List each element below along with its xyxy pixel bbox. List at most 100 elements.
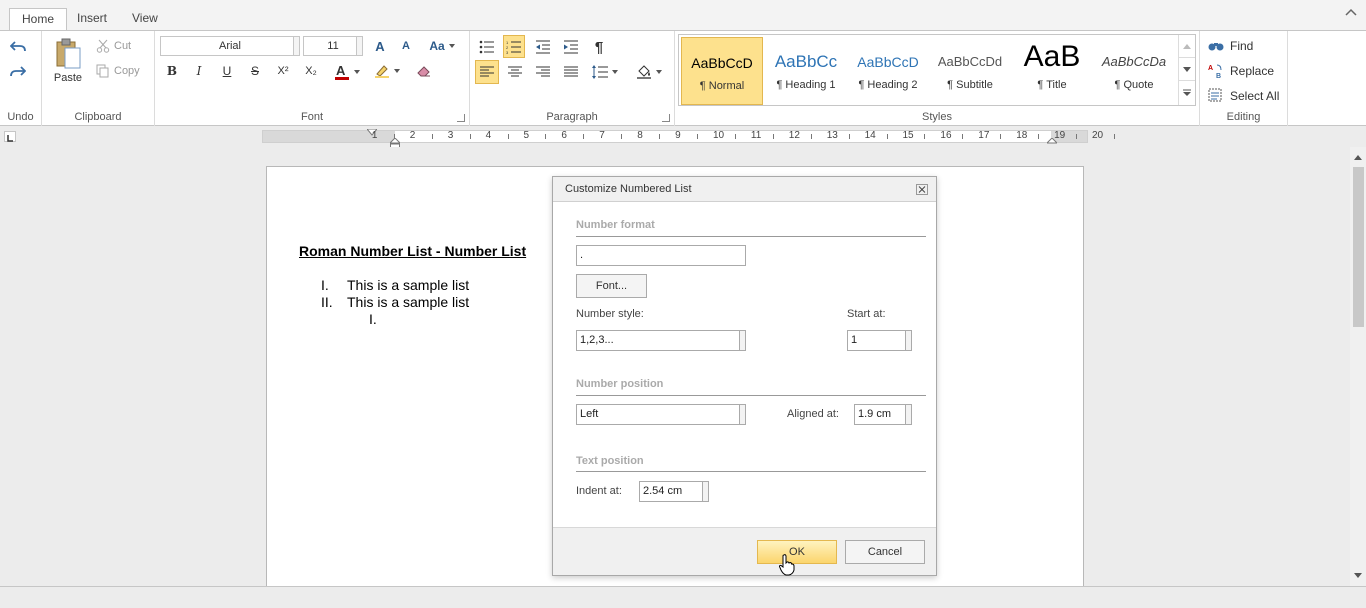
font-size-value: 11 bbox=[327, 40, 339, 52]
indent-at-label: Indent at: bbox=[576, 485, 622, 497]
superscript-button[interactable]: X² bbox=[274, 62, 292, 80]
cancel-button[interactable]: Cancel bbox=[845, 540, 925, 564]
font-button[interactable]: Font... bbox=[576, 274, 647, 298]
justify-button[interactable] bbox=[560, 61, 582, 83]
font-color-button[interactable]: A bbox=[331, 62, 363, 82]
line-spacing-icon bbox=[592, 65, 608, 79]
indent-at-value: 2.54 cm bbox=[643, 485, 683, 497]
start-at-value: 1 bbox=[851, 334, 858, 346]
cut-label: Cut bbox=[114, 40, 132, 52]
tab-view[interactable]: View bbox=[120, 8, 170, 30]
gallery-expand-button[interactable] bbox=[1179, 81, 1195, 104]
editing-group-label: Editing bbox=[1226, 111, 1261, 123]
bold-button[interactable]: B bbox=[163, 62, 181, 80]
list-item-text: This is a sample list bbox=[347, 277, 470, 293]
increase-indent-button[interactable] bbox=[560, 36, 582, 58]
paragraph-dialog-launcher[interactable] bbox=[662, 114, 670, 122]
ruler-tick bbox=[772, 134, 774, 139]
number-format-input[interactable]: . bbox=[576, 245, 746, 266]
style-heading-1[interactable]: AaBbCc ¶ Heading 1 bbox=[765, 37, 847, 105]
start-at-spinner[interactable]: 1 bbox=[847, 330, 912, 351]
font-size-combo[interactable]: 11 bbox=[303, 36, 363, 56]
scroll-up-icon[interactable] bbox=[1354, 155, 1362, 160]
select-all-button[interactable]: Select All bbox=[1208, 87, 1288, 105]
styles-gallery-scroller bbox=[1178, 35, 1195, 105]
left-tab-icon bbox=[7, 135, 13, 142]
styles-group-label: Styles bbox=[922, 111, 952, 123]
ruler-tick bbox=[810, 134, 812, 139]
shrink-font-button[interactable]: A bbox=[397, 37, 415, 55]
style-subtitle[interactable]: AaBbCcDd ¶ Subtitle bbox=[929, 37, 1011, 105]
align-right-button[interactable] bbox=[532, 61, 554, 83]
chevron-up-icon bbox=[1183, 43, 1191, 49]
grow-font-button[interactable]: A bbox=[371, 37, 389, 55]
ruler-number: 3 bbox=[447, 130, 454, 141]
show-formatting-button[interactable]: ¶ bbox=[588, 36, 610, 58]
decrease-indent-button[interactable] bbox=[532, 36, 554, 58]
number-format-value: . bbox=[580, 249, 584, 261]
style-name: ¶ Quote bbox=[1114, 79, 1154, 91]
ruler-number: 7 bbox=[599, 130, 605, 141]
close-icon[interactable] bbox=[916, 184, 928, 195]
indent-at-spinner[interactable]: 2.54 cm bbox=[639, 481, 709, 502]
bullets-button[interactable] bbox=[476, 36, 498, 58]
ruler-tick bbox=[962, 134, 964, 139]
clear-formatting-button[interactable] bbox=[415, 62, 433, 80]
editing-group: Find AB Replace Select All Editing bbox=[1200, 31, 1288, 126]
highlight-button[interactable] bbox=[371, 62, 403, 80]
italic-icon: I bbox=[196, 64, 202, 78]
tab-home[interactable]: Home bbox=[9, 8, 68, 31]
find-button[interactable]: Find bbox=[1208, 37, 1278, 55]
ruler-number: 14 bbox=[864, 130, 876, 141]
change-case-button[interactable]: Aa bbox=[425, 37, 459, 55]
pilcrow-icon: ¶ bbox=[594, 38, 604, 56]
subscript-button[interactable]: X₂ bbox=[302, 62, 320, 80]
scroll-down-icon[interactable] bbox=[1354, 573, 1362, 578]
list-item-marker: I. bbox=[369, 311, 377, 327]
underline-button[interactable]: U bbox=[218, 62, 236, 80]
style-quote[interactable]: AaBbCcDa ¶ Quote bbox=[1093, 37, 1175, 105]
ruler-number: 4 bbox=[485, 130, 492, 141]
horizontal-ruler[interactable]: 1 2 3 4 5 6 7 8 9 10 11 12 13 14 15 16 17 18 19 20 bbox=[262, 129, 1115, 151]
bold-icon: B bbox=[166, 64, 178, 78]
style-title[interactable]: AaB ¶ Title bbox=[1011, 37, 1093, 105]
font-family-value: Arial bbox=[218, 40, 241, 52]
collapse-ribbon-icon[interactable] bbox=[1344, 6, 1358, 18]
gallery-scroll-down-button[interactable] bbox=[1179, 58, 1195, 81]
shading-button[interactable] bbox=[632, 61, 666, 83]
number-position-select[interactable]: Left bbox=[576, 404, 746, 425]
style-normal[interactable]: AaBbCcD ¶ Normal bbox=[681, 37, 763, 105]
status-bar bbox=[0, 586, 1366, 608]
line-spacing-button[interactable] bbox=[588, 61, 622, 83]
aligned-at-spinner[interactable]: 1.9 cm bbox=[854, 404, 912, 425]
ruler-number: 15 bbox=[902, 130, 914, 141]
select-all-icon bbox=[1208, 88, 1222, 102]
italic-button[interactable]: I bbox=[190, 62, 208, 80]
ruler-tick bbox=[621, 134, 623, 139]
number-style-select[interactable]: 1,2,3... bbox=[576, 330, 746, 351]
redo-button[interactable] bbox=[8, 62, 28, 82]
numbering-button[interactable]: 123 bbox=[503, 35, 525, 58]
gallery-scroll-up-button[interactable] bbox=[1179, 35, 1195, 58]
align-left-button[interactable] bbox=[475, 60, 499, 84]
align-center-button[interactable] bbox=[504, 61, 526, 83]
ruler-number: 8 bbox=[637, 130, 643, 141]
tab-insert[interactable]: Insert bbox=[65, 8, 119, 30]
copy-button[interactable]: Copy bbox=[96, 62, 152, 80]
tab-stop-selector[interactable] bbox=[4, 131, 16, 142]
replace-button[interactable]: AB Replace bbox=[1208, 62, 1286, 80]
dialog-title: Customize Numbered List bbox=[565, 183, 692, 195]
strikethrough-button[interactable]: S bbox=[246, 62, 264, 80]
style-heading-2[interactable]: AaBbCcD ¶ Heading 2 bbox=[847, 37, 929, 105]
cut-button[interactable]: Cut bbox=[96, 37, 148, 55]
undo-button[interactable] bbox=[8, 37, 28, 57]
grow-font-icon: A bbox=[375, 38, 385, 54]
ruler-tick bbox=[545, 134, 547, 139]
paste-button[interactable]: Paste bbox=[48, 35, 88, 87]
ribbon-tab-bar: Home Insert View bbox=[0, 0, 1366, 31]
font-family-combo[interactable]: Arial bbox=[160, 36, 300, 56]
ok-button[interactable]: OK bbox=[757, 540, 837, 564]
vertical-scrollbar[interactable] bbox=[1350, 147, 1366, 586]
font-dialog-launcher[interactable] bbox=[457, 114, 465, 122]
scrollbar-thumb[interactable] bbox=[1353, 167, 1364, 327]
